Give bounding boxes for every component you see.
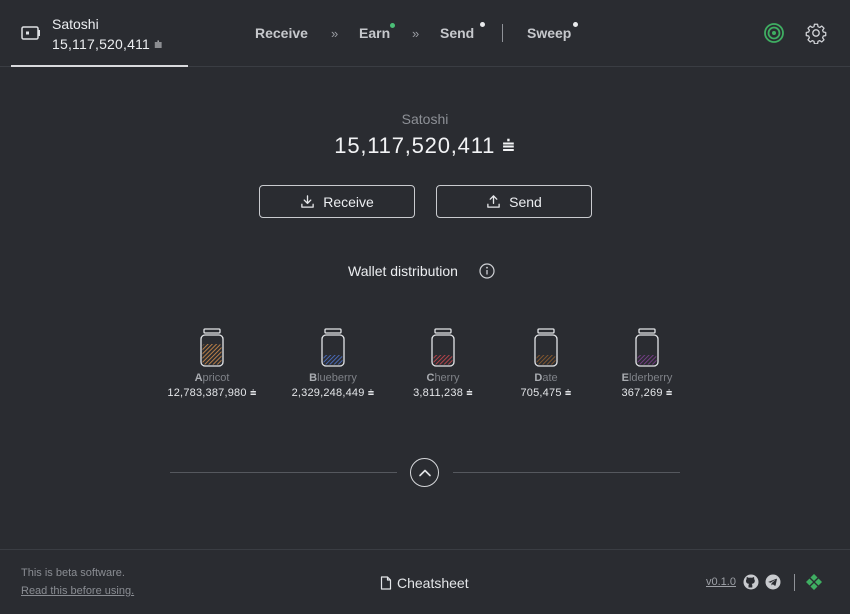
network-status-icon[interactable] — [806, 574, 822, 590]
jar-icon — [635, 328, 659, 367]
chevron-up-icon — [418, 469, 431, 476]
earn-status-dot — [390, 23, 395, 28]
nav-send[interactable]: Send — [440, 25, 474, 41]
jar-name: Elderberry — [621, 372, 673, 384]
cheatsheet-link[interactable]: Cheatsheet — [380, 575, 469, 591]
total-balance: 15,117,520,411 ⩧ — [334, 133, 516, 158]
jar-item[interactable]: Elderberry 367,269 ⩧ — [587, 327, 707, 400]
jar-icon — [431, 328, 455, 367]
nav-receive[interactable]: Receive — [255, 25, 308, 41]
tor-connection-icon[interactable] — [763, 22, 785, 44]
jar-icon — [534, 328, 558, 367]
beta-notice: This is beta software. — [21, 567, 125, 579]
wallet-tab-satoshi[interactable]: Satoshi 15,117,520,411 ⩧ — [11, 0, 188, 67]
divider-left — [170, 472, 397, 473]
nav-divider — [502, 24, 503, 42]
send-status-dot — [480, 22, 485, 27]
jar-icon — [321, 328, 345, 367]
nav-separator: » — [331, 26, 339, 41]
top-navigation: Satoshi 15,117,520,411 ⩧ Receive » Earn … — [0, 0, 850, 67]
jar-amount: 12,783,387,980 ⩧ — [167, 387, 257, 399]
jar-item[interactable]: Blueberry 2,329,248,449 ⩧ — [273, 327, 393, 400]
jar-name: Apricot — [194, 372, 230, 384]
nav-sweep[interactable]: Sweep — [527, 25, 571, 41]
upload-icon — [487, 195, 500, 208]
jar-item[interactable]: Cherry 3,811,238 ⩧ — [383, 327, 503, 400]
jar-amount: 367,269 ⩧ — [621, 387, 673, 399]
jar-amount: 3,811,238 ⩧ — [413, 387, 473, 399]
footer-divider — [794, 574, 795, 591]
receive-button[interactable]: Receive — [259, 185, 415, 218]
wallet-name: Satoshi — [52, 16, 99, 32]
cheatsheet-label: Cheatsheet — [397, 575, 469, 591]
nav-separator: » — [412, 26, 420, 41]
document-icon — [380, 576, 392, 590]
collapse-button[interactable] — [410, 458, 439, 487]
version-link[interactable]: v0.1.0 — [706, 576, 736, 588]
info-icon[interactable] — [479, 263, 495, 279]
receive-button-label: Receive — [323, 193, 374, 210]
jar-item[interactable]: Apricot 12,783,387,980 ⩧ — [152, 327, 272, 400]
github-icon[interactable] — [743, 574, 759, 590]
wallet-balance: 15,117,520,411 ⩧ — [52, 36, 163, 52]
jar-amount: 2,329,248,449 ⩧ — [291, 387, 375, 399]
send-button-label: Send — [509, 193, 542, 210]
footer: This is beta software. Read this before … — [0, 549, 850, 614]
wallet-distribution-title: Wallet distribution — [348, 263, 458, 279]
wallet-icon — [21, 26, 40, 40]
settings-gear-icon[interactable] — [805, 22, 827, 44]
sweep-status-dot — [573, 22, 578, 27]
download-icon — [301, 195, 314, 208]
send-button[interactable]: Send — [436, 185, 592, 218]
jar-name: Blueberry — [309, 372, 357, 384]
jar-icon — [200, 328, 224, 367]
divider-right — [453, 472, 680, 473]
nav-earn[interactable]: Earn — [359, 25, 390, 41]
jar-name: Cherry — [426, 372, 460, 384]
wallet-label: Satoshi — [401, 111, 449, 127]
beta-warning-link[interactable]: Read this before using. — [21, 585, 134, 597]
telegram-icon[interactable] — [765, 574, 781, 590]
